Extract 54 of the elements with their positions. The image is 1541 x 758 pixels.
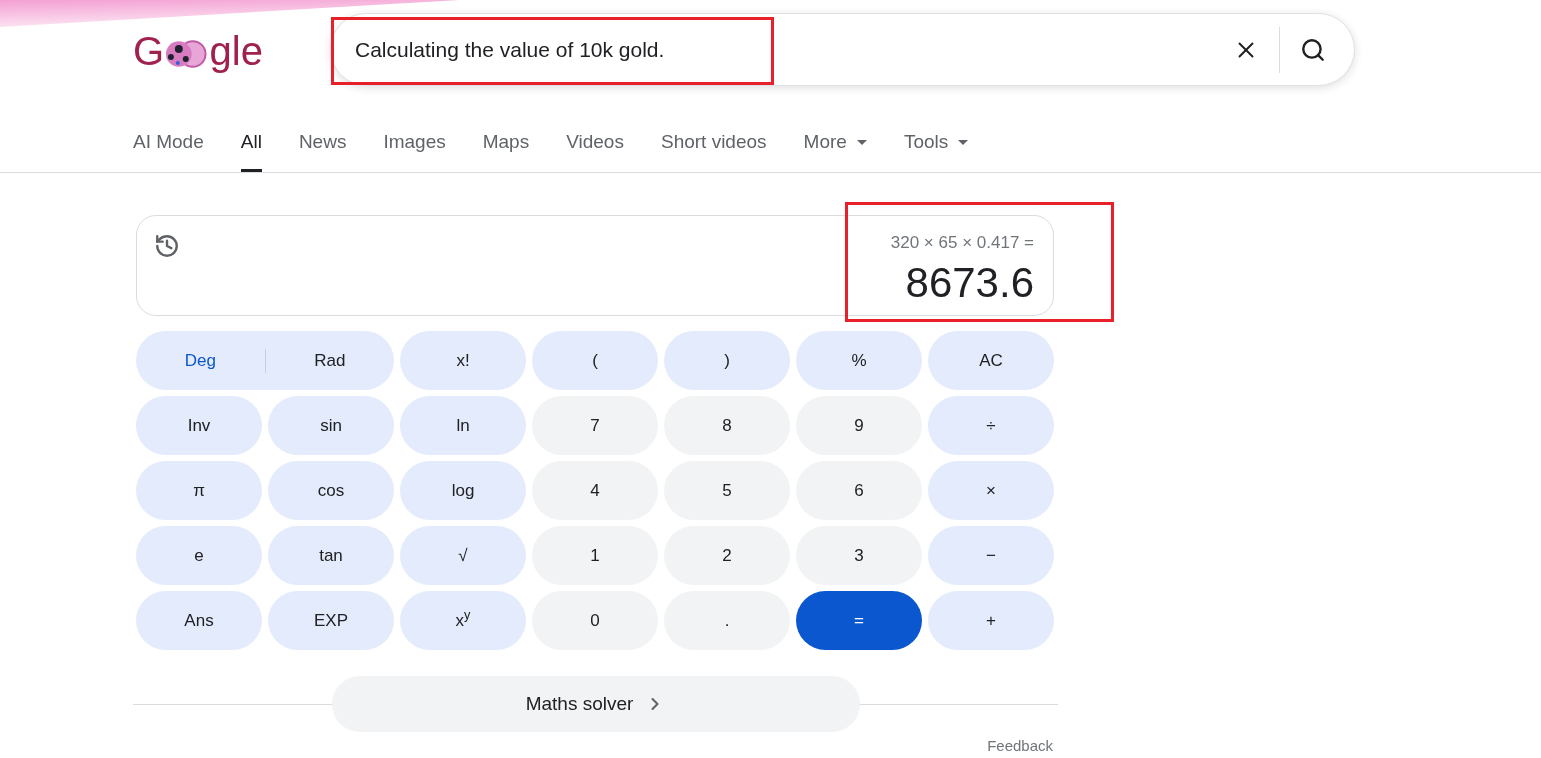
calculator-key[interactable]: π	[136, 461, 262, 520]
calculator-key[interactable]: e	[136, 526, 262, 585]
calculator-key[interactable]: (	[532, 331, 658, 390]
google-logo[interactable]: G gle	[133, 30, 263, 71]
calculator-key[interactable]: 8	[664, 396, 790, 455]
calculator-key[interactable]: 0	[532, 591, 658, 650]
calculator-key[interactable]: √	[400, 526, 526, 585]
caret-down-icon	[856, 140, 867, 145]
calculator-key[interactable]: x$^{y}$	[400, 591, 526, 650]
calculator-key[interactable]: ÷	[928, 396, 1054, 455]
calculator-key[interactable]: cos	[268, 461, 394, 520]
calculator-key[interactable]: ln	[400, 396, 526, 455]
calculator-key[interactable]: 5	[664, 461, 790, 520]
calculator-key[interactable]: 3	[796, 526, 922, 585]
search-tab[interactable]: Maps	[482, 116, 530, 172]
calculation-result: 8673.6	[905, 259, 1034, 307]
search-tab[interactable]: Short videos	[660, 116, 767, 172]
search-tab[interactable]: AI Mode	[133, 116, 204, 172]
calculator-key[interactable]: %	[796, 331, 922, 390]
calculator-key[interactable]: .	[664, 591, 790, 650]
angle-mode-option[interactable]: Deg	[136, 340, 265, 381]
calculator-key[interactable]: tan	[268, 526, 394, 585]
search-tab[interactable]: Tools	[903, 116, 969, 172]
calculator-key[interactable]: Inv	[136, 396, 262, 455]
calculator-key[interactable]: sin	[268, 396, 394, 455]
maths-solver-button[interactable]: Maths solver	[331, 676, 860, 732]
angle-mode-option[interactable]: Rad	[265, 340, 394, 381]
search-tab[interactable]: News	[298, 116, 347, 172]
search-tab[interactable]: Videos	[566, 116, 624, 172]
calculation-expression: 320 × 65 × 0.417 =	[890, 233, 1034, 253]
search-tab[interactable]: More	[803, 116, 867, 172]
calculator-key[interactable]: AC	[928, 331, 1054, 390]
calculator-key[interactable]: ×	[928, 461, 1054, 520]
calculator-key[interactable]: )	[664, 331, 790, 390]
search-tab[interactable]: Images	[383, 116, 446, 172]
calculator-key[interactable]: Ans	[136, 591, 262, 650]
feedback-link[interactable]: Feedback	[987, 737, 1053, 755]
search-query: Calculating the value of 10k gold.	[355, 36, 666, 63]
calculator-key[interactable]: 7	[532, 396, 658, 455]
calculator-key[interactable]: +	[928, 591, 1054, 650]
calculator-key[interactable]: 9	[796, 396, 922, 455]
calculator-key[interactable]: x!	[400, 331, 526, 390]
search-icon	[1300, 36, 1326, 63]
calculator-key[interactable]: 6	[796, 461, 922, 520]
calculator-key[interactable]: −	[928, 526, 1054, 585]
calculator-key[interactable]: EXP	[268, 591, 394, 650]
calculator-key[interactable]: 2	[664, 526, 790, 585]
caret-down-icon	[958, 140, 969, 145]
equals-key[interactable]: =	[796, 591, 922, 650]
calculator-key[interactable]: 1	[532, 526, 658, 585]
history-icon[interactable]	[154, 233, 180, 259]
search-tab[interactable]: All	[240, 116, 262, 172]
calculator-key[interactable]: 4	[532, 461, 658, 520]
calculator-key[interactable]: log	[400, 461, 526, 520]
